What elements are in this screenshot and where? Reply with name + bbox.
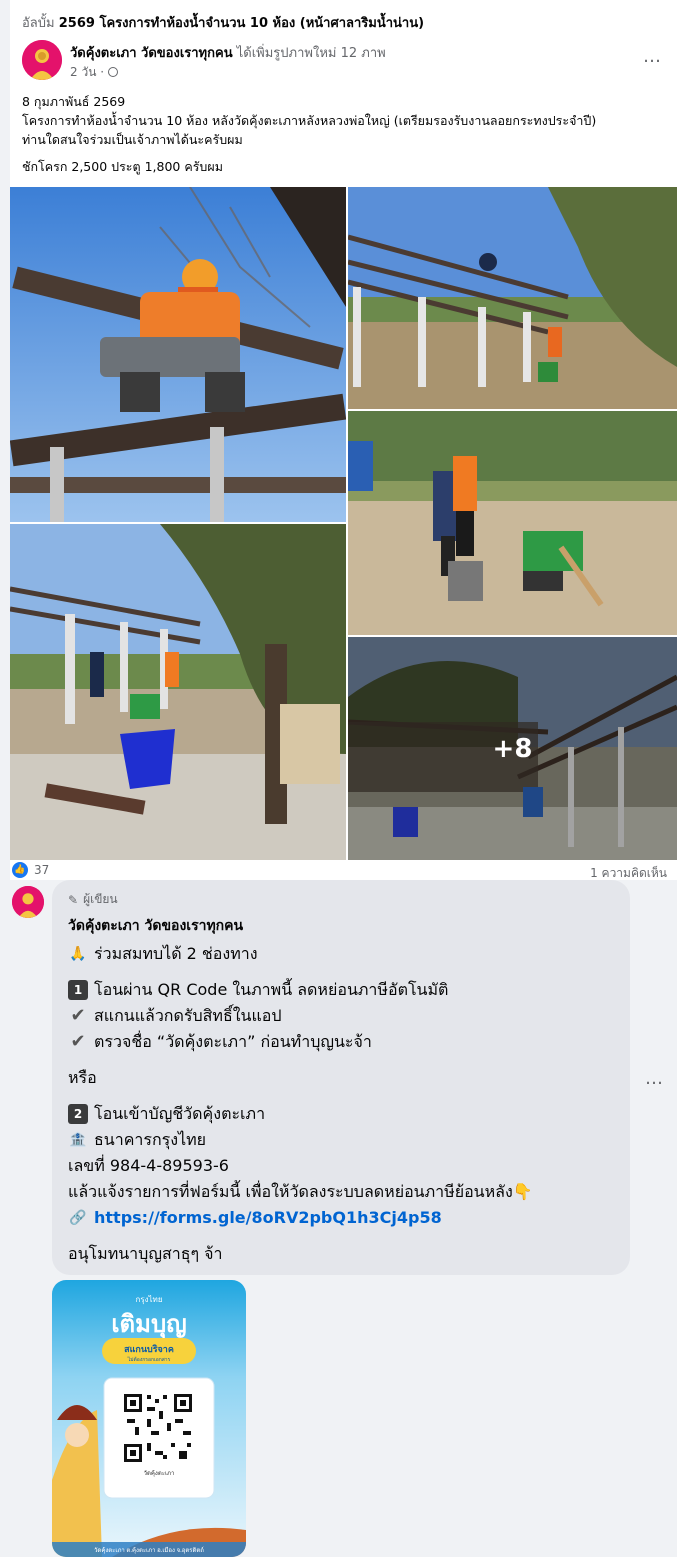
post-line-2: ท่านใดสนใจร่วมเป็นเจ้าภาพได้นะครับผม [22,132,243,147]
comment-line-4: ✔ ตรวจชื่อ “วัดคุ้งตะเภา” ก่อนทำบุญนะจ้า [68,1029,614,1055]
post-date: 8 กุมภาพันธ์ 2569 [22,94,126,109]
post-meta: 2 วัน · [70,63,118,82]
qr-subtitle: สแกนบริจาค [124,1344,174,1354]
comment-line-11: อนุโมทนาบุญสาธุๆ จ้า [68,1241,614,1267]
photo-ground-workers[interactable] [348,411,677,635]
comment-text-3: สแกนแล้วกดรับสิทธิ์ในแอป [94,1006,282,1025]
comment-more-button[interactable]: … [645,1068,664,1089]
qr-title: เติมบุญ [111,1311,186,1340]
comment-line-10: 🔗 https://forms.gle/8oRV2pbQ1h3Cj4p58 [68,1205,614,1231]
album-prefix: อัลบั้ม [22,16,55,31]
author-name[interactable]: วัดคุ้งตะเภา วัดของเราทุกคน [70,46,233,61]
comment-text-11: อนุโมทนาบุญสาธุๆ จ้า [68,1244,223,1263]
album-title[interactable]: 2569 โครงการทำห้องน้ำจำนวน 10 ห้อง (หน้า… [59,16,424,31]
comment-line-2: 1 โอนผ่าน QR Code ในภาพนี้ ลดหย่อนภาษีอั… [68,977,614,1003]
check-icon: ✔ [70,1005,86,1026]
check-icon: ✔ [70,1031,86,1052]
comment-text-6: โอนเข้าบัญชีวัดคุ้งตะเภา [94,1104,266,1123]
qr-footer: วัดคุ้งตะเภา ต.คุ้งตะเภา อ.เมือง จ.อุตรด… [94,1546,204,1554]
pencil-icon: ✎ [68,892,79,907]
photo-worker-roof[interactable] [10,187,346,522]
pray-icon: 🙏 [69,946,87,962]
globe-icon [107,67,118,77]
author-badge-label: ผู้เขียน [83,892,118,906]
like-icon: 👍 [12,862,28,878]
qr-brand: กรุงไทย [135,1295,162,1304]
photo-more[interactable]: +8 [348,637,677,860]
comment-line-7: 🏦 ธนาคารกรุงไทย [68,1127,614,1153]
comment-line-8: เลขที่ 984-4-89593-6 [68,1153,614,1179]
author-line: วัดคุ้งตะเภา วัดของเราทุกคน ได้เพิ่มรูปภ… [70,42,386,63]
reaction-summary[interactable]: 👍 37 [12,862,49,878]
comment-avatar[interactable] [12,886,44,918]
qr-subtitle-2: ไม่ต้องกรอกเอกสาร [127,1356,171,1363]
comment-author[interactable]: วัดคุ้งตะเภา วัดของเราทุกคน [68,915,614,937]
reaction-count: 37 [34,863,50,877]
form-link[interactable]: https://forms.gle/8oRV2pbQ1h3Cj4p58 [94,1205,442,1231]
comment-line-6: 2 โอนเข้าบัญชีวัดคุ้งตะเภา [68,1101,614,1127]
comment-text-1: ร่วมสมทบได้ 2 ช่องทาง [94,944,258,963]
comment-text-9: แล้วแจ้งรายการที่ฟอร์มนี้ เพื่อให้วัดลงร… [68,1182,533,1201]
comment-line-5: หรือ [68,1065,614,1091]
photo-roof-frame[interactable] [348,187,677,409]
link-icon: 🔗 [69,1210,87,1226]
post-card: อัลบั้ม 2569 โครงการทำห้องน้ำจำนวน 10 ห้… [10,0,677,880]
post-action: ได้เพิ่มรูปภาพใหม่ 12 ภาพ [236,46,386,61]
comment-text-7: ธนาคารกรุงไทย [94,1130,207,1149]
author-badge: ✎ ผู้เขียน [68,890,614,909]
post-line-3: ชักโครก 2,500 ประตู 1,800 ครับผม [22,159,223,174]
comment-line-3: ✔ สแกนแล้วกดรับสิทธิ์ในแอป [68,1003,614,1029]
comment-text-or: หรือ [68,1068,97,1087]
page-avatar[interactable] [22,40,62,80]
number-2-icon: 2 [68,1104,88,1124]
post-line-1: โครงการทำห้องน้ำจำนวน 10 ห้อง หลังวัดคุ้… [22,113,597,128]
album-line[interactable]: อัลบั้ม 2569 โครงการทำห้องน้ำจำนวน 10 ห้… [22,12,424,33]
comment-text-2: โอนผ่าน QR Code ในภาพนี้ ลดหย่อนภาษีอัตโ… [94,980,449,999]
bank-icon: 🏦 [69,1132,87,1148]
qr-donation-image[interactable]: กรุงไทย เติมบุญ สแกนบริจาค ไม่ต้องกรอกเอ… [52,1280,246,1557]
photo-site-chair[interactable] [10,524,346,860]
post-time[interactable]: 2 วัน · [70,65,104,79]
number-1-icon: 1 [68,980,88,1000]
qr-receiver: วัดคุ้งตะเภา [144,1470,175,1477]
post-more-button[interactable]: … [643,46,662,67]
photo-grid: +8 [10,187,677,860]
more-photos-count[interactable]: +8 [348,637,677,860]
account-number: เลขที่ 984-4-89593-6 [68,1156,229,1175]
comment-line-9: แล้วแจ้งรายการที่ฟอร์มนี้ เพื่อให้วัดลงร… [68,1179,614,1205]
comment-bubble: ✎ ผู้เขียน วัดคุ้งตะเภา วัดของเราทุกคน 🙏… [52,880,630,1275]
post-body: 8 กุมภาพันธ์ 2569 โครงการทำห้องน้ำจำนวน … [22,92,672,184]
comment-text-4: ตรวจชื่อ “วัดคุ้งตะเภา” ก่อนทำบุญนะจ้า [94,1032,372,1051]
comment-line-1: 🙏 ร่วมสมทบได้ 2 ช่องทาง [68,941,614,967]
